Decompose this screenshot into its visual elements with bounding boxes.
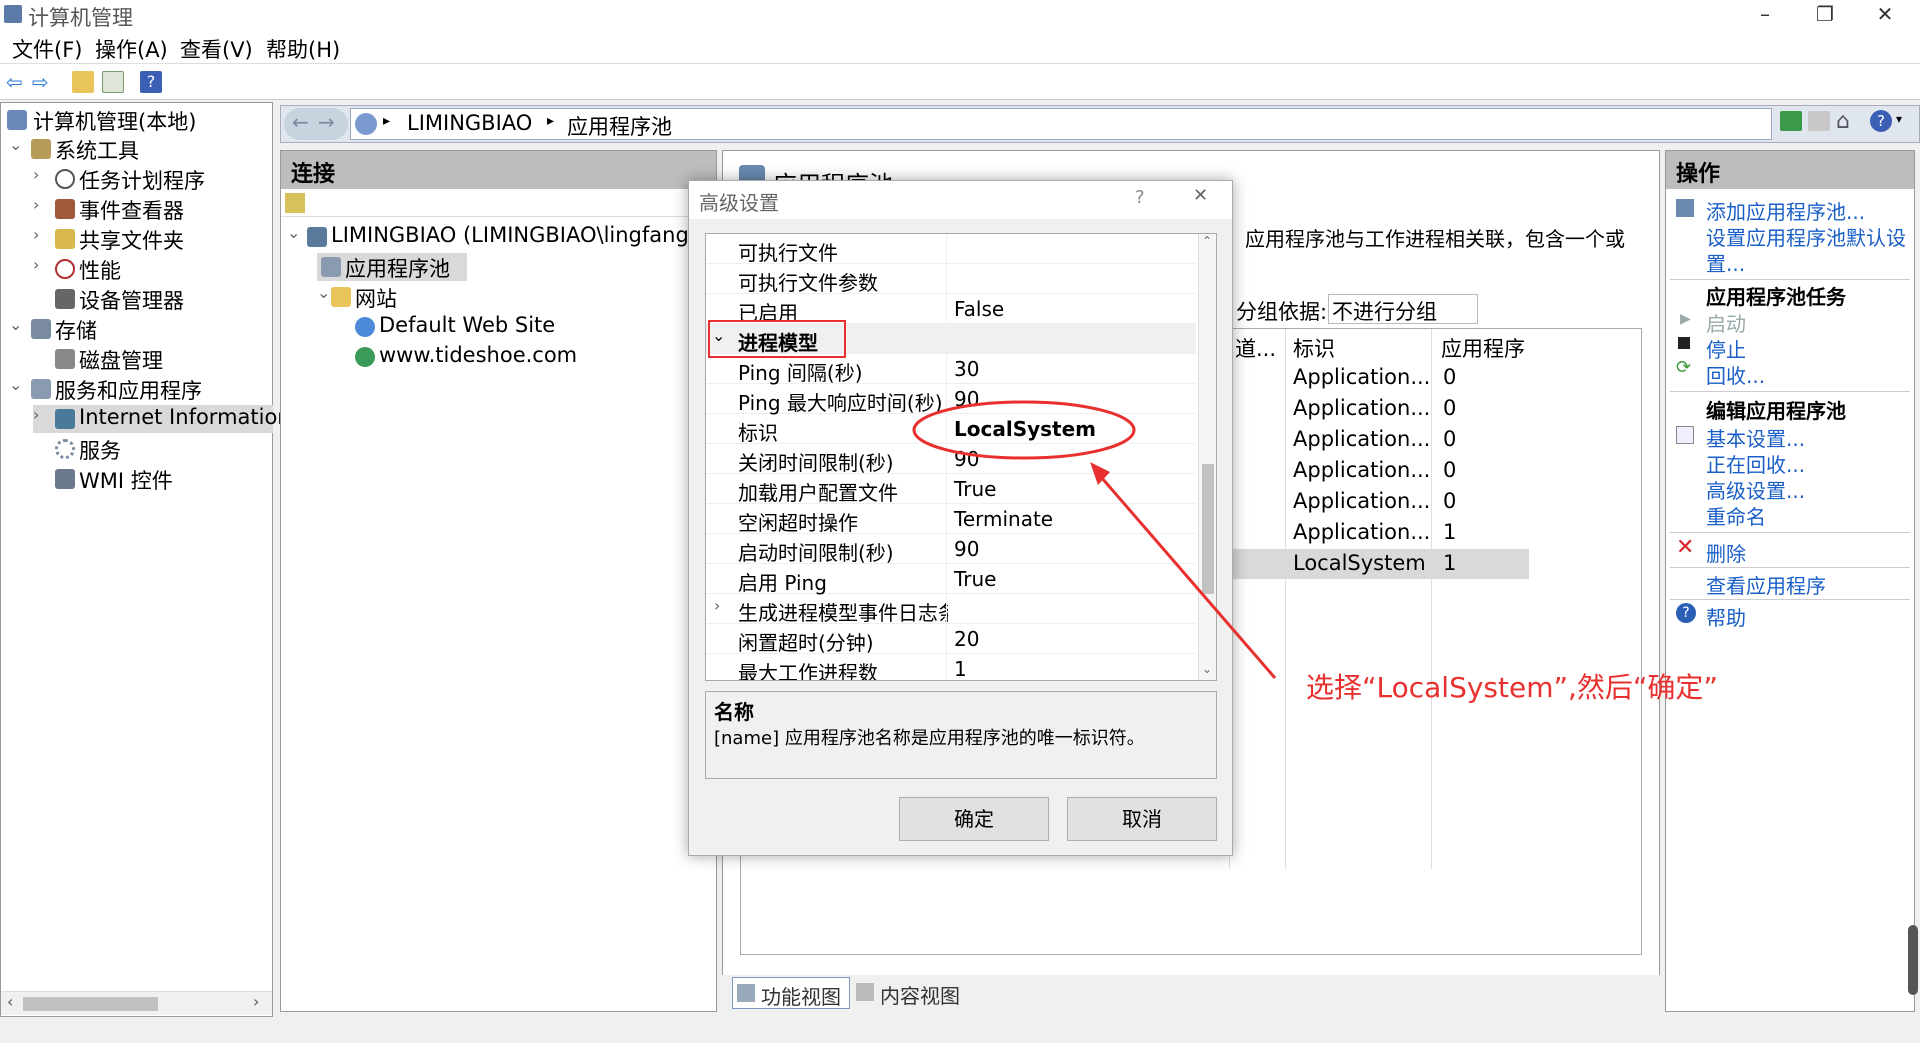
annotation-text: 选择“LocalSystem”,然后“确定” (1306, 671, 1718, 704)
annotation-overlay (912, 400, 1277, 679)
arrow-line (1093, 469, 1277, 679)
arrow-head-icon (1090, 462, 1110, 485)
highlight-ellipse (912, 400, 1136, 460)
